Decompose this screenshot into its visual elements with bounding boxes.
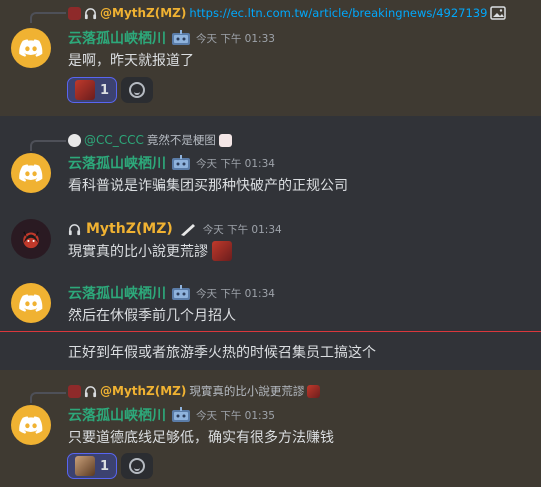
message-content-continued: 正好到年假或者旅游季火热的时候召集员工搞这个 (68, 345, 376, 361)
add-reaction-button[interactable] (121, 77, 153, 103)
bot-badge-icon (171, 155, 191, 171)
reply-emoji (218, 133, 232, 147)
timestamp: 今天 下午 01:33 (196, 32, 275, 45)
timestamp: 今天 下午 01:34 (196, 287, 275, 300)
inline-emoji (212, 241, 232, 261)
reply-author-avatar (68, 133, 81, 147)
message-content: 只要道德底线足够低，确实有很多方法赚钱 (68, 430, 334, 446)
author-name[interactable]: MythZ(MZ) (86, 221, 173, 237)
discord-logo-icon (18, 160, 44, 186)
reaction-count: 1 (99, 458, 110, 474)
message-content: 是啊，昨天就报道了 (68, 53, 194, 69)
reply-link[interactable]: https://ec.ltn.com.tw/article/breakingne… (189, 6, 487, 20)
discord-logo-icon (18, 290, 44, 316)
new-messages-divider (0, 331, 541, 332)
author-name[interactable]: 云落孤山峡栖川 (68, 153, 166, 173)
reply-author[interactable]: @MythZ(MZ) (100, 6, 186, 20)
message-header: MythZ(MZ) 今天 下午 01:34 (68, 220, 282, 238)
reply-connector (30, 12, 66, 23)
author-name[interactable]: 云落孤山峡栖川 (68, 405, 166, 425)
reply-author[interactable]: @CC_CCC (84, 133, 144, 147)
headphones-icon (84, 7, 97, 20)
message-content: 然后在休假季前几个月招人 (68, 308, 236, 324)
bot-badge-icon (171, 30, 191, 46)
reply-reference[interactable]: @MythZ(MZ) https://ec.ltn.com.tw/article… (68, 4, 507, 22)
reply-author[interactable]: @MythZ(MZ) (100, 384, 186, 398)
timestamp: 今天 下午 01:34 (196, 157, 275, 170)
add-reaction-button[interactable] (121, 453, 153, 479)
role-badge-icon (180, 224, 195, 236)
avatar[interactable] (11, 153, 51, 193)
reply-reference[interactable]: @CC_CCC 竟然不是梗图 (68, 131, 232, 149)
reply-author-avatar (68, 384, 81, 398)
reply-text: 竟然不是梗图 (146, 133, 216, 147)
avatar[interactable] (11, 405, 51, 445)
reaction-emoji (74, 80, 95, 100)
message-header: 云落孤山峡栖川 今天 下午 01:33 (68, 29, 275, 47)
message-header: 云落孤山峡栖川 今天 下午 01:34 (68, 154, 275, 172)
discord-logo-icon (18, 35, 44, 61)
reaction-chip[interactable]: 1 (67, 77, 117, 103)
reply-reference[interactable]: @MythZ(MZ) 現實真的比小說更荒謬 (68, 382, 321, 400)
author-name[interactable]: 云落孤山峡栖川 (68, 28, 166, 48)
message-content: 看科普说是诈骗集团买那种快破产的正规公司 (68, 178, 348, 194)
reply-connector (30, 140, 66, 151)
reaction-chip[interactable]: 1 (67, 453, 117, 479)
message-header: 云落孤山峡栖川 今天 下午 01:35 (68, 406, 275, 424)
discord-logo-icon (18, 412, 44, 438)
avatar[interactable] (11, 28, 51, 68)
avatar[interactable] (11, 283, 51, 323)
timestamp: 今天 下午 01:34 (202, 223, 282, 236)
reply-connector (30, 392, 66, 403)
message-content: 現實真的比小說更荒謬 (68, 244, 208, 260)
bot-badge-icon (171, 285, 191, 301)
reaction-emoji (74, 456, 95, 476)
author-name[interactable]: 云落孤山峡栖川 (68, 283, 166, 303)
reply-author-avatar (68, 6, 81, 20)
reaction-count: 1 (99, 82, 110, 98)
message-header: 云落孤山峡栖川 今天 下午 01:34 (68, 284, 275, 302)
bot-badge-icon (171, 407, 191, 423)
user-avatar-image (23, 231, 39, 249)
timestamp: 今天 下午 01:35 (196, 409, 275, 422)
add-reaction-icon (129, 458, 145, 474)
add-reaction-icon (129, 82, 145, 98)
avatar[interactable] (11, 219, 51, 259)
image-icon (490, 6, 507, 20)
headphones-icon (68, 223, 81, 236)
headphones-icon (84, 385, 97, 398)
reply-text: 現實真的比小說更荒謬 (189, 384, 305, 398)
message-content-row: 現實真的比小說更荒謬 (68, 241, 232, 261)
reply-emoji (307, 384, 321, 398)
